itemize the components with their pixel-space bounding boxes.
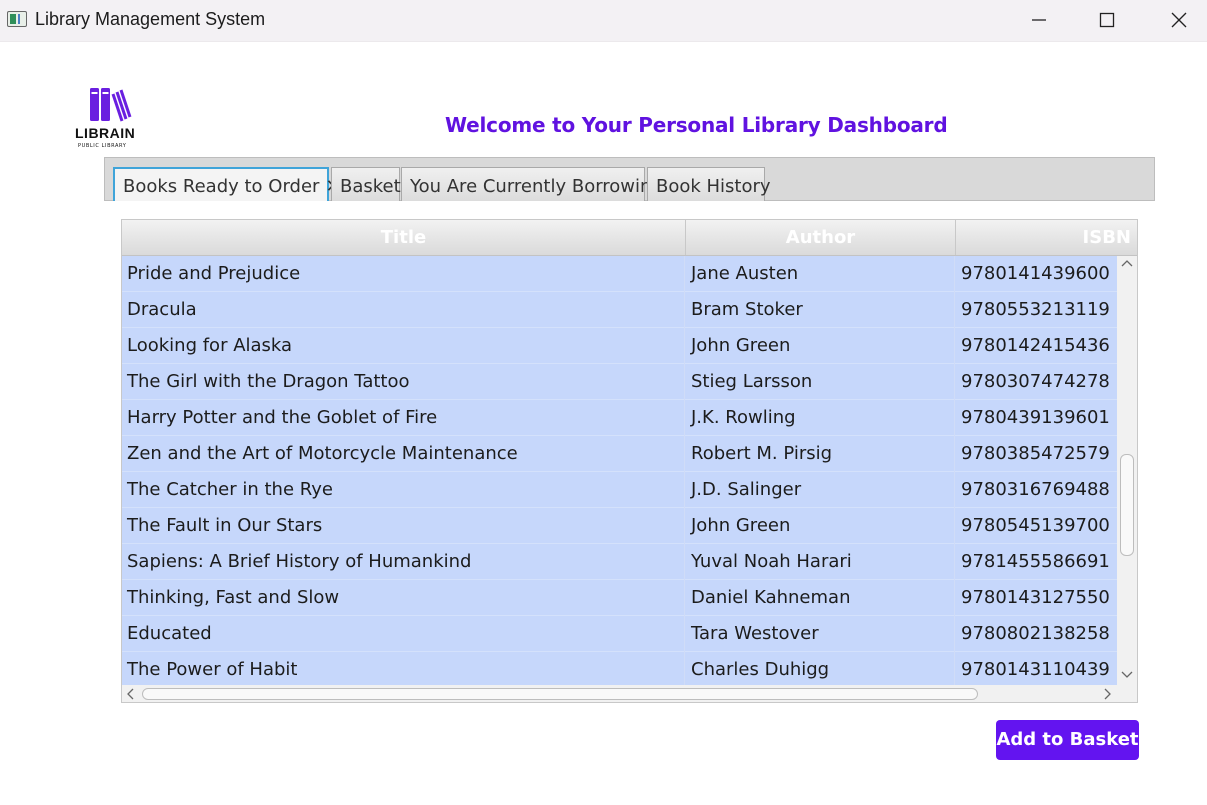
tab-label: Book History <box>656 176 771 197</box>
scroll-down-icon[interactable] <box>1121 670 1133 682</box>
logo-subtitle: PUBLIC LIBRARY <box>78 143 127 149</box>
window-title: Library Management System <box>35 9 266 29</box>
isbn-cell: 9780316769488 <box>961 479 1110 500</box>
isbn-cell: 9780307474278 <box>961 371 1110 392</box>
table-header: Title Author ISBN <box>122 220 1137 256</box>
table-body: Pride and Prejudice Jane Austen 9780141439… <box>122 256 1117 686</box>
close-icon <box>1171 12 1187 28</box>
title-cell: The Fault in Our Stars <box>122 508 685 544</box>
title-cell: Thinking, Fast and Slow <box>122 580 685 616</box>
close-window-button[interactable] <box>1156 0 1202 41</box>
title-cell: Dracula <box>122 292 685 328</box>
librain-logo: LIBRAIN PUBLIC LIBRARY <box>75 82 147 152</box>
maximize-button[interactable] <box>1084 0 1130 41</box>
title-cell: Educated <box>122 616 685 652</box>
tab-label: Basket <box>340 176 401 197</box>
author-cell: Stieg Larsson <box>685 364 955 400</box>
title-cell: Pride and Prejudice <box>122 256 685 292</box>
minimize-button[interactable] <box>1016 0 1062 41</box>
column-header-author[interactable]: Author <box>686 220 956 255</box>
books-table[interactable]: Title Author ISBN Pride and Prejudice Jan… <box>121 219 1138 703</box>
author-cell: Charles Duhigg <box>685 652 955 686</box>
table-row[interactable]: Dracula Bram Stoker 9780553213119 <box>122 292 1117 328</box>
author-cell: Jane Austen <box>685 256 955 292</box>
title-cell: Looking for Alaska <box>122 328 685 364</box>
tab-label: You Are Currently Borrowing <box>410 176 663 197</box>
title-cell: Sapiens: A Brief History of Humankind <box>122 544 685 580</box>
isbn-cell: 9780143110439 <box>961 659 1110 680</box>
author-cell: Daniel Kahneman <box>685 580 955 616</box>
table-row[interactable]: Thinking, Fast and Slow Daniel Kahneman 97… <box>122 580 1117 616</box>
author-cell: J.K. Rowling <box>685 400 955 436</box>
tab-books-ready-to-order[interactable]: Books Ready to Order✕ <box>113 167 341 201</box>
table-row[interactable]: Harry Potter and the Goblet of Fire J.K. … <box>122 400 1117 436</box>
author-cell: Robert M. Pirsig <box>685 436 955 472</box>
scroll-left-icon[interactable] <box>125 688 135 702</box>
table-row[interactable]: The Girl with the Dragon Tattoo Stieg Lar… <box>122 364 1117 400</box>
column-header-title[interactable]: Title <box>122 220 686 255</box>
vertical-scroll-thumb[interactable] <box>1120 454 1134 556</box>
title-cell: The Girl with the Dragon Tattoo <box>122 364 685 400</box>
author-cell: J.D. Salinger <box>685 472 955 508</box>
author-cell: John Green <box>685 508 955 544</box>
isbn-cell: 9780141439600 <box>961 263 1110 284</box>
title-cell: The Catcher in the Rye <box>122 472 685 508</box>
table-row[interactable]: Looking for Alaska John Green 978014241543… <box>122 328 1117 364</box>
vertical-scrollbar[interactable] <box>1117 256 1137 686</box>
add-to-basket-button[interactable]: Add to Basket <box>996 720 1139 760</box>
isbn-cell: 9780553213119 <box>961 299 1110 320</box>
isbn-cell: 9781455586691 <box>961 551 1110 572</box>
column-header-isbn[interactable]: ISBN <box>956 220 1137 255</box>
logo-text: LIBRAIN <box>75 125 136 141</box>
title-bar: Library Management System <box>0 0 1207 42</box>
tab-book-history[interactable]: Book History <box>647 167 771 201</box>
tab-basket[interactable]: Basket <box>331 167 401 201</box>
scroll-up-icon[interactable] <box>1121 258 1133 270</box>
title-cell: Harry Potter and the Goblet of Fire <box>122 400 685 436</box>
isbn-cell: 9780143127550 <box>961 587 1110 608</box>
title-cell: The Power of Habit <box>122 652 685 686</box>
scroll-corner <box>1117 685 1137 702</box>
isbn-cell: 9780385472579 <box>961 443 1110 464</box>
tab-label: Books Ready to Order <box>123 176 320 197</box>
table-row[interactable]: Sapiens: A Brief History of Humankind Yuv… <box>122 544 1117 580</box>
books-icon <box>90 88 132 122</box>
isbn-cell: 9780142415436 <box>961 335 1110 356</box>
horizontal-scrollbar[interactable] <box>122 685 1117 702</box>
isbn-cell: 9780439139601 <box>961 407 1110 428</box>
horizontal-scroll-thumb[interactable] <box>142 688 978 700</box>
title-cell: Zen and the Art of Motorcycle Maintenanc… <box>122 436 685 472</box>
table-row[interactable]: Pride and Prejudice Jane Austen 9780141439… <box>122 256 1117 292</box>
isbn-cell: 9780802138258 <box>961 623 1110 644</box>
app-icon <box>7 11 27 27</box>
table-row[interactable]: Zen and the Art of Motorcycle Maintenanc… <box>122 436 1117 472</box>
tab-bar: Books Ready to Order✕ Basket You Are Cur… <box>104 157 1155 201</box>
page-title: Welcome to Your Personal Library Dashboa… <box>445 113 948 137</box>
author-cell: John Green <box>685 328 955 364</box>
author-cell: Tara Westover <box>685 616 955 652</box>
author-cell: Bram Stoker <box>685 292 955 328</box>
author-cell: Yuval Noah Harari <box>685 544 955 580</box>
table-row[interactable]: The Catcher in the Rye J.D. Salinger 97803… <box>122 472 1117 508</box>
table-row[interactable]: Educated Tara Westover 9780802138258 <box>122 616 1117 652</box>
table-row[interactable]: The Fault in Our Stars John Green 97805451… <box>122 508 1117 544</box>
table-row[interactable]: The Power of Habit Charles Duhigg 97801431… <box>122 652 1117 686</box>
isbn-cell: 9780545139700 <box>961 515 1110 536</box>
minimize-icon <box>1032 19 1046 21</box>
scroll-right-icon[interactable] <box>1103 688 1113 702</box>
tab-currently-borrowing[interactable]: You Are Currently Borrowing <box>401 167 663 201</box>
maximize-icon <box>1099 12 1115 28</box>
